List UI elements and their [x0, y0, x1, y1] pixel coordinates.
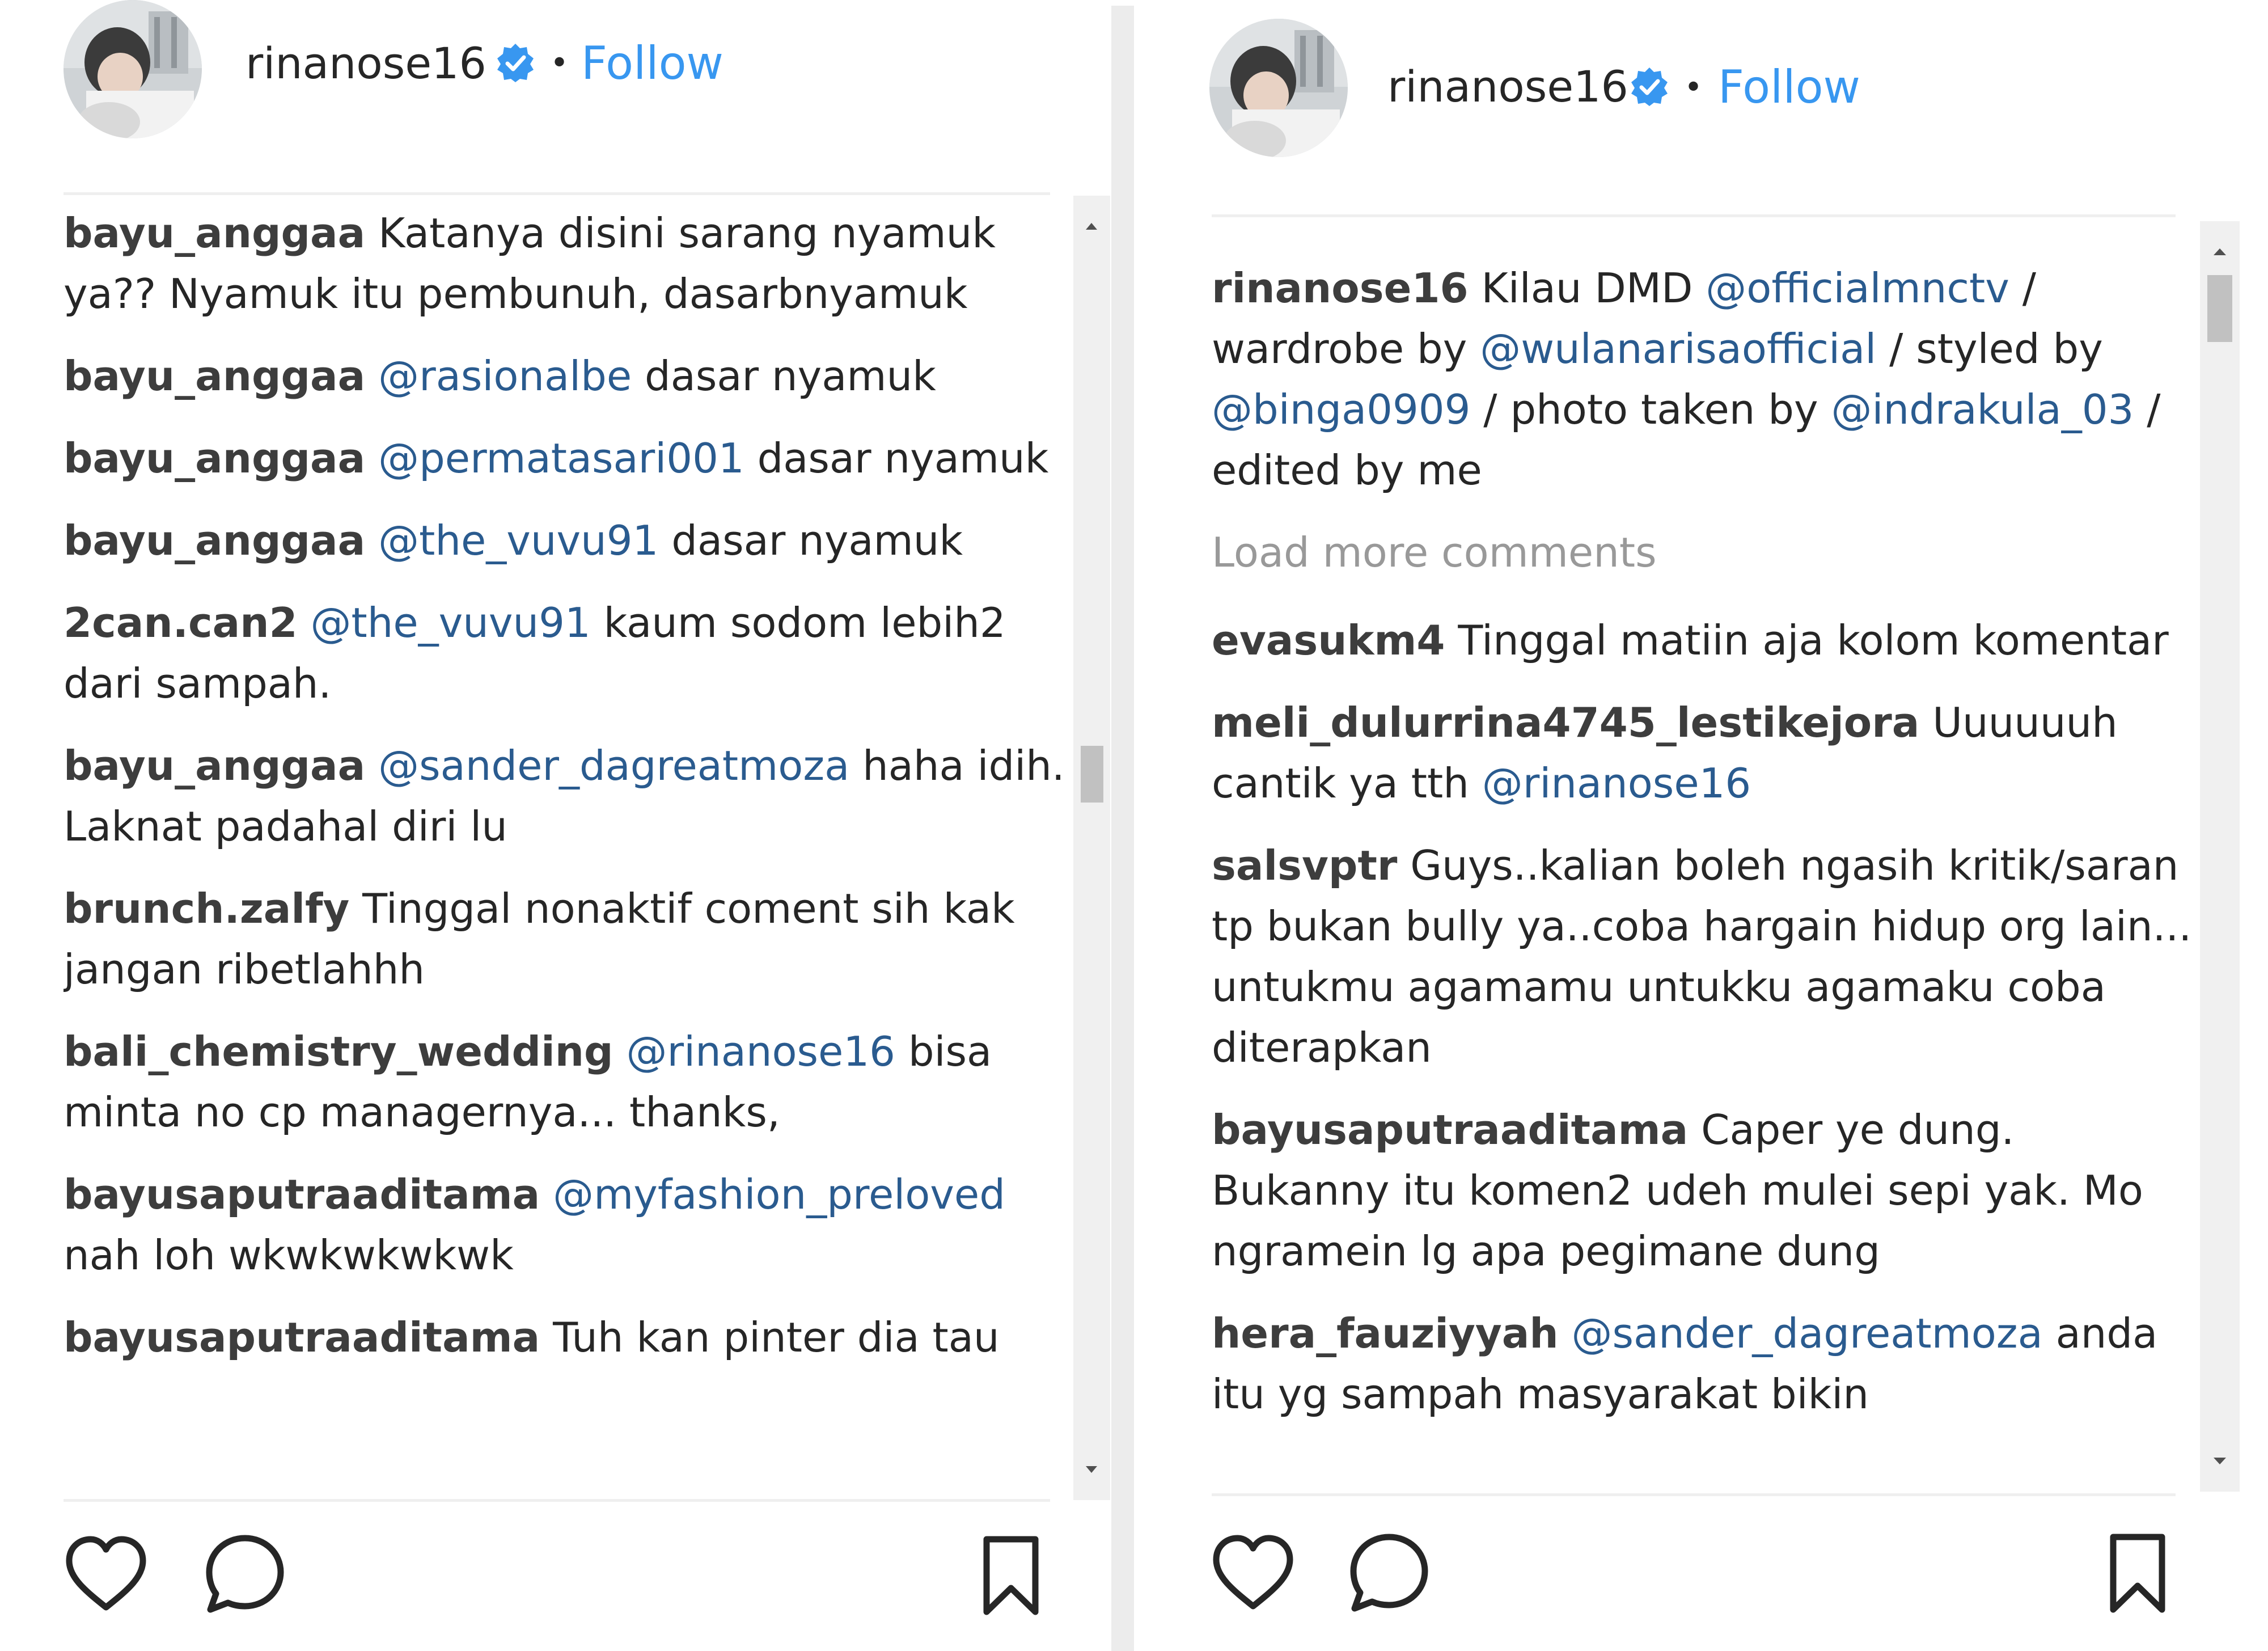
comment-username[interactable]: rinanose16 [1212, 264, 1469, 312]
comment-username[interactable]: bayusaputraaditama [64, 1171, 540, 1218]
comment-text: dasar nyamuk [658, 517, 963, 564]
profile-photo-icon [64, 0, 202, 138]
mention-link[interactable]: @the_vuvu91 [378, 517, 658, 564]
mention-link[interactable]: @rinanose16 [1482, 759, 1751, 807]
mention-link[interactable]: @binga0909 [1212, 386, 1470, 433]
comment-username[interactable]: bayu_anggaa [64, 517, 365, 564]
comments-list[interactable]: bayu_anggaa Katanya disini sarang nyamuk… [64, 203, 1078, 1493]
comment-text: dasar nyamuk [632, 352, 936, 400]
mention-link[interactable]: @indrakula_03 [1831, 386, 2134, 433]
comment-text [613, 1028, 627, 1075]
header-divider [1212, 214, 2176, 217]
mention-link[interactable]: @permatasari001 [378, 434, 744, 482]
comments-scrollbar[interactable] [2200, 221, 2240, 1492]
comment: bayu_anggaa @the_vuvu91 dasar nyamuk [64, 510, 1078, 571]
comment-text: / styled by [1876, 325, 2103, 373]
bookmark-icon[interactable] [968, 1532, 1053, 1618]
heart-icon[interactable] [64, 1532, 149, 1618]
comment-text [365, 517, 378, 564]
header-username[interactable]: rinanose16 [246, 42, 486, 85]
mention-link[interactable]: @the_vuvu91 [310, 599, 590, 647]
comment: evasukm4 Tinggal matiin aja kolom koment… [1212, 610, 2198, 671]
actions-divider [64, 1499, 1050, 1502]
comment: bayu_anggaa @sander_dagreatmoza haha idi… [64, 736, 1078, 857]
comment: bayusaputraaditama @myfashion_preloved n… [64, 1164, 1078, 1286]
comment: bayusaputraaditama Caper ye dung. Bukann… [1212, 1100, 2198, 1282]
comment: meli_dulurrina4745_lestikejora Uuuuuuh c… [1212, 693, 2198, 814]
comment-username[interactable]: evasukm4 [1212, 617, 1445, 664]
header-divider [64, 192, 1050, 195]
panel-divider [1111, 6, 1134, 1651]
comment-icon[interactable] [202, 1531, 287, 1616]
comment-text [365, 434, 378, 482]
verified-badge-icon [1631, 67, 1668, 106]
comment-username[interactable]: bayu_anggaa [64, 209, 365, 257]
mention-link[interactable]: @wulanarisaofficial [1480, 325, 1876, 373]
comment-username[interactable]: bayu_anggaa [64, 742, 365, 789]
comment-username[interactable]: hera_fauziyyah [1212, 1310, 1559, 1357]
comment-username[interactable]: 2can.can2 [64, 599, 298, 647]
scrollbar-thumb[interactable] [2207, 275, 2232, 342]
comment-text [298, 599, 311, 647]
comment-text [540, 1171, 553, 1218]
comment: brunch.zalfy Tinggal nonaktif coment sih… [64, 879, 1078, 1000]
comment-text: Kilau DMD [1468, 264, 1706, 312]
comment-text: dasar nyamuk [744, 434, 1049, 482]
comment-text: nah loh wkwkwkwkwk [64, 1231, 514, 1279]
comment-username[interactable]: bayusaputraaditama [64, 1314, 540, 1361]
comment: bayu_anggaa @rasionalbe dasar nyamuk [64, 346, 1078, 407]
comment-text [365, 352, 378, 400]
mention-link[interactable]: @rasionalbe [378, 352, 632, 400]
load-more-comments-button[interactable]: Load more comments [1212, 522, 2198, 583]
mention-link[interactable]: @myfashion_preloved [553, 1171, 1005, 1218]
follow-button[interactable]: Follow [1718, 65, 1860, 110]
comment-username[interactable]: bayu_anggaa [64, 352, 365, 400]
mention-link[interactable]: @rinanose16 [626, 1028, 895, 1075]
comment: bayu_anggaa Katanya disini sarang nyamuk… [64, 203, 1078, 324]
scrollbar-thumb[interactable] [1081, 746, 1103, 803]
heart-icon[interactable] [1211, 1531, 1296, 1616]
comment: bali_chemistry_wedding @rinanose16 bisa … [64, 1021, 1078, 1143]
comment: bayusaputraaditama Tuh kan pinter dia ta… [64, 1307, 1078, 1368]
actions-divider [1212, 1493, 2176, 1496]
comment: bayu_anggaa @permatasari001 dasar nyamuk [64, 428, 1078, 489]
comment-text [1559, 1310, 1572, 1357]
comment-text: Tuh kan pinter dia tau [540, 1314, 1000, 1361]
bookmark-icon[interactable] [2095, 1530, 2180, 1615]
avatar[interactable] [64, 0, 202, 138]
follow-button[interactable]: Follow [581, 41, 723, 86]
post-caption: rinanose16 Kilau DMD @officialmnctv / wa… [1212, 258, 2198, 501]
header-separator: • [1684, 69, 1703, 106]
comment-username[interactable]: bali_chemistry_wedding [64, 1028, 613, 1075]
comment: salsvptr Guys..kalian boleh ngasih kriti… [1212, 835, 2198, 1078]
mention-link[interactable]: @officialmnctv [1706, 264, 2009, 312]
comment-username[interactable]: salsvptr [1212, 842, 1397, 889]
comment-username[interactable]: brunch.zalfy [64, 885, 349, 932]
comment-text: / photo taken by [1470, 386, 1831, 433]
scroll-down-arrow-icon[interactable] [1073, 1455, 1110, 1489]
comment: hera_fauziyyah @sander_dagreatmoza anda … [1212, 1303, 2198, 1425]
post-panel-left: rinanose16 • Follow bayu_anggaa Katanya … [0, 0, 1111, 1651]
scroll-up-arrow-icon[interactable] [1073, 207, 1110, 241]
comment-username[interactable]: bayusaputraaditama [1212, 1106, 1688, 1154]
comments-scrollbar[interactable] [1073, 196, 1110, 1500]
comment-text: Tinggal matiin aja kolom komentar [1445, 617, 2169, 664]
comment-text [365, 742, 378, 789]
profile-photo-icon [1209, 19, 1348, 157]
avatar[interactable] [1209, 19, 1348, 157]
comment: 2can.can2 @the_vuvu91 kaum sodom lebih2 … [64, 593, 1078, 714]
verified-badge-icon [497, 44, 534, 82]
comment-icon[interactable] [1347, 1530, 1432, 1615]
mention-link[interactable]: @sander_dagreatmoza [1572, 1310, 2043, 1357]
header-username[interactable]: rinanose16 [1387, 65, 1628, 108]
scroll-down-arrow-icon[interactable] [2200, 1446, 2240, 1480]
scroll-up-arrow-icon[interactable] [2200, 233, 2240, 267]
comment-username[interactable]: meli_dulurrina4745_lestikejora [1212, 699, 1919, 746]
header-separator: • [550, 45, 569, 82]
post-panel-right: rinanose16 • Follow rinanose16 Kilau DMD… [1134, 0, 2268, 1651]
comment-username[interactable]: bayu_anggaa [64, 434, 365, 482]
comments-list[interactable]: rinanose16 Kilau DMD @officialmnctv / wa… [1212, 258, 2198, 1477]
mention-link[interactable]: @sander_dagreatmoza [378, 742, 849, 789]
